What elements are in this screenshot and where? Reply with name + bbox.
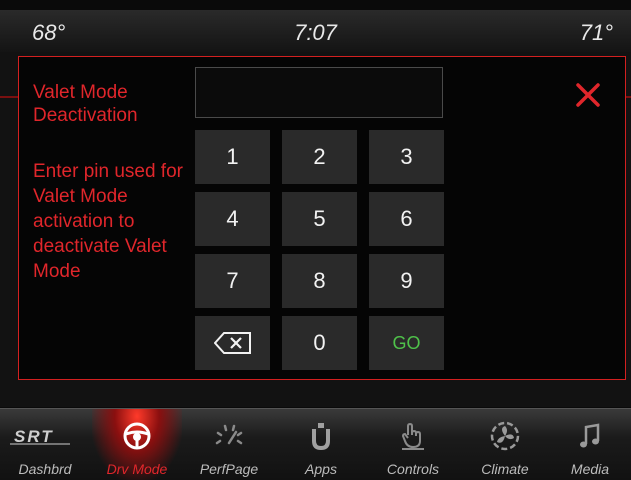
bottom-navigation: SRT Dashbrd Drv Mode PerfPage Apps Contr… bbox=[0, 408, 631, 480]
music-note-icon bbox=[545, 421, 631, 451]
pin-input-field[interactable] bbox=[195, 67, 443, 118]
key-5[interactable]: 5 bbox=[282, 192, 357, 246]
backspace-button[interactable] bbox=[195, 316, 270, 370]
nav-media[interactable]: Media bbox=[545, 409, 631, 480]
close-x-icon bbox=[576, 83, 600, 107]
svg-text:SRT: SRT bbox=[14, 427, 54, 445]
dialog-title: Valet Mode Deactivation bbox=[33, 82, 138, 126]
close-button[interactable] bbox=[568, 75, 608, 115]
climate-fan-icon bbox=[460, 421, 550, 451]
nav-perfpage[interactable]: PerfPage bbox=[184, 409, 274, 480]
valet-mode-dialog: Valet Mode Deactivation Enter pin used f… bbox=[18, 56, 626, 380]
backspace-icon bbox=[213, 332, 251, 354]
key-7[interactable]: 7 bbox=[195, 254, 270, 308]
apps-icon bbox=[276, 421, 366, 451]
nav-dashbrd[interactable]: SRT Dashbrd bbox=[0, 409, 90, 480]
key-4[interactable]: 4 bbox=[195, 192, 270, 246]
key-3[interactable]: 3 bbox=[369, 130, 444, 184]
nav-apps[interactable]: Apps bbox=[276, 409, 366, 480]
steering-wheel-icon bbox=[92, 421, 182, 451]
key-2[interactable]: 2 bbox=[282, 130, 357, 184]
nav-label: Media bbox=[570, 461, 610, 477]
numeric-keypad: 1 2 3 4 5 6 7 8 9 0 GO bbox=[195, 130, 445, 370]
nav-controls[interactable]: Controls bbox=[368, 409, 458, 480]
screen: 68° 7:07 71° Valet Mode Deactivation Ent… bbox=[0, 0, 631, 480]
nav-label: Dashbrd bbox=[18, 461, 72, 477]
passenger-temperature[interactable]: 71° bbox=[580, 20, 613, 46]
go-button[interactable]: GO bbox=[369, 316, 444, 370]
srt-logo-icon: SRT bbox=[0, 421, 90, 451]
key-6[interactable]: 6 bbox=[369, 192, 444, 246]
nav-label: Controls bbox=[386, 461, 440, 477]
nav-drv-mode[interactable]: Drv Mode bbox=[92, 409, 182, 480]
nav-label: PerfPage bbox=[199, 461, 259, 477]
key-8[interactable]: 8 bbox=[282, 254, 357, 308]
clock: 7:07 bbox=[294, 20, 337, 45]
nav-label: Apps bbox=[305, 461, 337, 477]
nav-label: Drv Mode bbox=[106, 461, 168, 477]
key-9[interactable]: 9 bbox=[369, 254, 444, 308]
touch-controls-icon bbox=[368, 421, 458, 451]
nav-climate[interactable]: Climate bbox=[460, 409, 550, 480]
dialog-instructions: Enter pin used for Valet Mode activation… bbox=[33, 161, 183, 282]
gauge-icon bbox=[184, 421, 274, 451]
key-0[interactable]: 0 bbox=[282, 316, 357, 370]
key-1[interactable]: 1 bbox=[195, 130, 270, 184]
nav-label: Climate bbox=[481, 461, 529, 477]
status-bar: 68° 7:07 71° bbox=[0, 10, 631, 52]
